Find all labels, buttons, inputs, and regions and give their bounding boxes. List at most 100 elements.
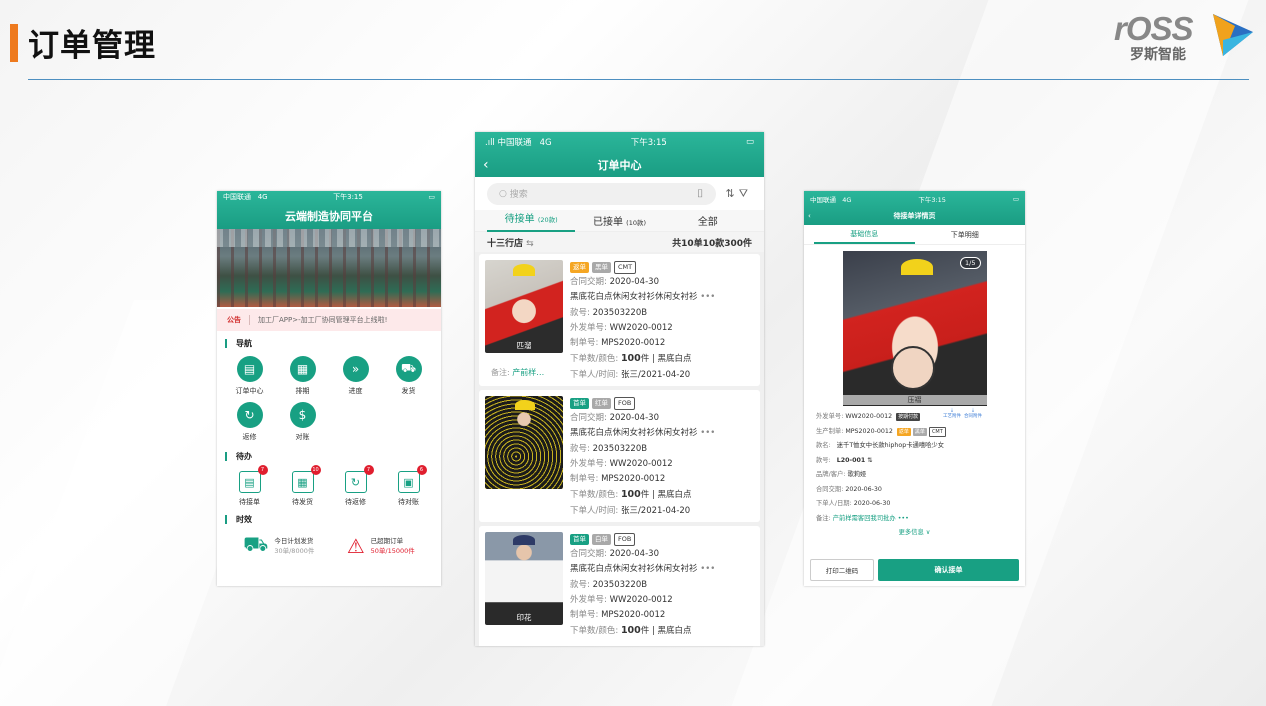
order-remark: 备注: 产前样… [491,368,545,377]
sort-icon[interactable]: ⇅ [726,187,739,200]
quantity-unit-color: 件 | 黑底白点 [640,490,692,501]
nav-item-reconcile[interactable]: $ 对账 [276,402,329,442]
product-name: 黑底花白点休闲女衬衫休闲女衬衫 [570,564,698,575]
production-number: MPS2020-0012 [601,474,666,485]
factory-banner-image[interactable] [217,229,441,307]
detail-header: 中国联通 4G 下午3:15 ▭ ‹ 待接单详情页 [804,191,1025,225]
tag: 返单 [896,427,911,436]
nav-item-repair[interactable]: ↻ 返修 [223,402,276,442]
tag: 黑单 [912,427,927,436]
todo-pending-reconcile[interactable]: ▣ 6 待对账 [382,465,435,507]
search-icon: ○ [499,188,510,199]
production-number: MPS2020-0012 [845,427,893,435]
outsource-number: WW2020-0012 [609,458,673,469]
search-input[interactable]: ○ 搜索 ⌷ [487,182,716,205]
nav-item-schedule[interactable]: ▦ 排期 [276,356,329,396]
todo-pending-ship[interactable]: ▦ 10 待发货 [276,465,329,507]
battery-icon: ▭ [745,137,754,147]
tag: CMT [614,260,637,274]
action-bar: 打印二维码 确认接单 [810,559,1019,581]
todo-grid: ▤ 7 待接单 ▦ 10 待发货 ↻ 7 待返修 ▣ 6 待对账 [217,461,441,507]
todo-badge: 7 [363,465,374,475]
order-tags: 首单 白单 FOB [570,532,715,546]
todo-badge: 7 [257,465,268,475]
signal-icon: .ıll [485,138,495,148]
moneybag-icon: $ [289,402,316,428]
logo-text: rOSS [1114,10,1194,47]
process-attachment-button[interactable]: ⤓ 工艺附件 [943,408,961,420]
tag: 黑单 [592,261,611,273]
nav-bar: ‹ 待接单详情页 [804,207,1025,225]
notice-label: 公告 [227,316,241,324]
status-bar: 中国联通 4G 下午3:15 ▭ [217,191,441,203]
confirm-order-button[interactable]: 确认接单 [878,559,1019,581]
order-card[interactable]: 印花 首单 白单 FOB 合同交期: 2020-04-30 黑底花白点休闲女衬衫… [479,526,760,646]
style-number: 203503220B [592,443,648,454]
more-dots-icon[interactable]: ••• [700,564,715,574]
timing-overdue[interactable]: ⚠ 已超期订单 50单/15000件 [347,532,415,559]
scan-icon[interactable]: ⌷ [697,187,704,201]
repair-icon: ↻ [236,402,263,428]
more-dots-icon[interactable]: ••• [700,428,715,438]
battery-icon: ▭ [428,193,435,201]
timing-label: 今日计划发货 [274,536,314,545]
product-thumbnail[interactable]: 匹溜 [485,260,563,353]
timing-plan-ship[interactable]: ⛟ 今日计划发货 30单/8000件 [243,532,314,559]
notice-text: 加工厂APP>-加工厂协同管理平台上线啦! [249,315,387,325]
order-quantity: 100 [620,625,641,637]
phone-home-screen: 中国联通 4G 下午3:15 ▭ 云端制造协同平台 公告 加工厂APP>-加工厂… [217,191,441,586]
todo-label: 待发货 [292,498,313,506]
tab-accepted[interactable]: 已接单 (10款) [575,213,663,228]
tab-order-detail[interactable]: 下单明细 [915,230,1016,240]
order-card[interactable]: 匹溜 返单 黑单 CMT 合同交期: 2020-04-30 黑底花白点休闲女衬衫… [479,254,760,386]
shop-name[interactable]: 十三行店 [487,239,523,249]
brand-customer: 歌莉娅 [847,471,867,478]
filter-icon[interactable]: ⛛ [739,187,752,200]
nav-item-shipping[interactable]: ⛟ 发货 [382,356,435,396]
photo-counter: 1/5 [960,257,981,269]
product-photo[interactable]: 1/5 压褶 [842,251,987,406]
sort-icon[interactable]: ⇅ [867,457,872,464]
outsource-number: WW2020-0012 [609,594,673,605]
order-card[interactable]: 首单 红单 FOB 合同交期: 2020-04-30 黑底花白点休闲女衬衫休闲女… [479,390,760,522]
tab-basic-info[interactable]: 基础信息 [814,226,915,244]
style-number: L20-001 [836,456,866,464]
tab-all[interactable]: 全部 [664,213,752,228]
tag: FOB [614,396,636,410]
todo-pending-repair[interactable]: ↻ 7 待返修 [329,465,382,507]
order-center-header: .ıll 中国联通 4G 下午3:15 ▭ ‹ 订单中心 [475,132,764,177]
nav-item-progress[interactable]: » 进度 [329,356,382,396]
network: 4G [842,196,852,204]
notice-bar[interactable]: 公告 加工厂APP>-加工厂协同管理平台上线啦! [217,309,441,331]
more-dots-icon[interactable]: ••• [700,292,715,302]
switch-icon[interactable]: ⇆ [526,239,534,249]
contract-attachment-button[interactable]: ⤓ 合同附件 [964,408,982,420]
timing-sub: 50单/15000件 [370,546,415,555]
order-icon: ▤ [236,356,263,382]
tab-pending[interactable]: 待接单 (20款) [487,210,576,232]
todo-pending-order[interactable]: ▤ 7 待接单 [223,465,276,507]
network: 4G [257,193,268,201]
nav-item-label: 订单中心 [235,387,264,395]
carrier: 中国联通 [223,193,251,201]
status-bar: 中国联通 4G 下午3:15 ▭ [804,191,1025,207]
nav-bar: ‹ 订单中心 [475,152,764,177]
pending-order-icon: ▤ 7 [238,465,268,493]
tag: FOB [614,532,636,546]
more-info-link[interactable]: 更多信息 ∨ [804,527,1025,536]
attachment-icon: ⤓ [951,408,953,413]
order-person-time: 张三/2021-04-20 [620,505,691,516]
nav-item-order-center[interactable]: ▤ 订单中心 [223,356,276,396]
page-title: 订单中心 [597,158,642,172]
nav-item-label: 发货 [401,387,416,395]
todo-label: 待对账 [398,498,419,506]
carrier: 中国联通 [497,138,532,148]
nav-item-label: 进度 [348,387,363,395]
timing-row: ⛟ 今日计划发货 30单/8000件 ⚠ 已超期订单 50单/15000件 [217,524,441,559]
product-thumbnail[interactable]: 印花 [485,532,563,625]
order-details: 返单 黑单 CMT 合同交期: 2020-04-30 黑底花白点休闲女衬衫休闲女… [570,260,715,380]
timing-sub: 30单/8000件 [274,546,315,555]
print-qr-button[interactable]: 打印二维码 [810,559,874,581]
product-thumbnail[interactable] [485,396,563,489]
timing-label: 已超期订单 [370,536,404,545]
